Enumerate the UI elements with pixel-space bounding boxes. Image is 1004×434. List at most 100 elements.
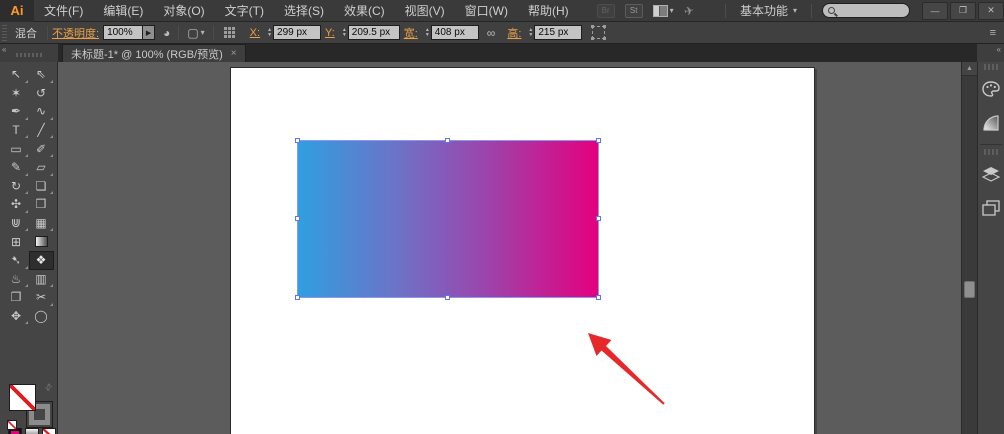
select-similar-icon[interactable]: ▢ ▾ <box>187 26 204 40</box>
pen-tool[interactable]: ✒ <box>4 102 29 121</box>
minimize-button[interactable]: — <box>922 1 948 20</box>
column-graph-tool[interactable]: ▥ <box>29 270 54 289</box>
selection-handle-top-left[interactable] <box>295 138 300 143</box>
share-icon[interactable]: ✈ <box>682 3 695 19</box>
vertical-scrollbar[interactable]: ▲ <box>961 62 977 434</box>
recolor-artwork-icon[interactable]: ◕ <box>163 26 170 40</box>
panel-grip[interactable] <box>2 24 7 41</box>
canvas[interactable] <box>58 62 961 434</box>
height-label[interactable]: 高: <box>507 25 521 41</box>
direct-selection-tool[interactable]: ⇖ <box>29 65 54 84</box>
collapse-dock-icon[interactable]: « <box>997 45 1001 54</box>
gradient-panel-icon[interactable] <box>978 106 1004 140</box>
paintbrush-tool[interactable]: ✐ <box>29 139 54 158</box>
slice-tool[interactable]: ✂ <box>29 288 54 307</box>
close-tab-icon[interactable]: × <box>231 48 237 59</box>
selection-handle-middle-right[interactable] <box>596 216 601 221</box>
reference-point-locator[interactable] <box>223 26 236 39</box>
width-stepper[interactable]: ▲ ▼ <box>425 27 430 38</box>
select-similar-glyph: ▢ <box>187 25 199 40</box>
x-stepper[interactable]: ▲ ▼ <box>267 27 272 38</box>
menu-select[interactable]: 选择(S) <box>274 0 334 22</box>
artboards-panel-icon[interactable] <box>978 191 1004 225</box>
width-input[interactable]: 408 px <box>430 25 479 40</box>
scrollbar-thumb[interactable] <box>964 281 975 298</box>
control-panel-menu-icon[interactable]: ≡ <box>990 27 996 39</box>
menu-window[interactable]: 窗口(W) <box>455 0 518 22</box>
hand-tool[interactable]: ✥ <box>4 307 29 326</box>
constrain-proportions-icon[interactable]: ∞ <box>487 26 496 40</box>
bridge-icon[interactable]: Br <box>596 3 615 18</box>
perspective-grid-tool[interactable]: ▦ <box>29 214 54 233</box>
color-panel-icon[interactable] <box>978 72 1004 106</box>
x-input[interactable]: 299 px <box>273 25 322 40</box>
zoom-tool[interactable]: ◯ <box>29 307 54 326</box>
gradient-tool[interactable] <box>29 232 54 251</box>
selection-handle-bottom-right[interactable] <box>596 295 601 300</box>
menu-effect[interactable]: 效果(C) <box>334 0 395 22</box>
menu-file[interactable]: 文件(F) <box>34 0 93 22</box>
arrange-documents-icon[interactable]: ▾ <box>652 4 674 17</box>
curvature-tool[interactable]: ∿ <box>29 102 54 121</box>
menu-view[interactable]: 视图(V) <box>395 0 455 22</box>
swap-fill-stroke-icon[interactable]: ⇄ <box>43 381 56 394</box>
shape-builder-tool[interactable]: ⋓ <box>4 214 29 233</box>
opacity-label[interactable]: 不透明度: <box>52 25 99 41</box>
y-stepper[interactable]: ▲ ▼ <box>342 27 347 38</box>
pencil-tool[interactable]: ✎ <box>4 158 29 177</box>
transform-bounding-box-icon[interactable] <box>591 25 607 40</box>
blend-tool[interactable]: ❖ <box>28 250 54 270</box>
layers-panel-icon[interactable] <box>978 157 1004 191</box>
stock-icon[interactable]: St <box>624 3 643 18</box>
menu-type[interactable]: 文字(T) <box>215 0 274 22</box>
artboard-tool[interactable]: ❐ <box>4 288 29 307</box>
selection-handle-middle-left[interactable] <box>295 216 300 221</box>
opacity-input[interactable]: 100% <box>103 25 144 40</box>
gradient-button[interactable] <box>25 428 39 434</box>
symbol-sprayer-tool[interactable]: ♨ <box>4 270 29 289</box>
line-segment-tool[interactable]: ╱ <box>29 121 54 140</box>
default-fill-stroke-icon[interactable] <box>7 420 17 430</box>
menu-object[interactable]: 对象(O) <box>153 0 214 22</box>
none-button[interactable] <box>42 428 56 434</box>
lasso-tool[interactable]: ↺ <box>29 84 54 103</box>
scale-tool[interactable]: ❏ <box>29 177 54 196</box>
restore-button[interactable]: ❐ <box>950 1 976 20</box>
eraser-tool[interactable]: ▱ <box>29 158 54 177</box>
dock-grip[interactable] <box>984 149 998 155</box>
search-input[interactable] <box>822 3 910 18</box>
selection-handle-bottom-middle[interactable] <box>445 295 450 300</box>
y-input[interactable]: 209.5 px <box>347 25 400 40</box>
eyedropper-tool[interactable]: ➷ <box>4 251 29 270</box>
selection-tool[interactable]: ↖ <box>4 65 29 84</box>
chevron-down-icon: ▾ <box>792 6 797 15</box>
type-tool[interactable]: T <box>4 121 29 140</box>
selected-gradient-rectangle[interactable] <box>295 138 601 300</box>
mesh-tool[interactable]: ⊞ <box>4 232 29 251</box>
dock-grip[interactable] <box>984 64 998 70</box>
fill-swatch[interactable] <box>9 384 36 411</box>
scroll-up-icon[interactable]: ▲ <box>962 62 977 76</box>
width-label[interactable]: 宽: <box>404 25 418 41</box>
menu-help[interactable]: 帮助(H) <box>518 0 579 22</box>
collapse-toolbar-icon[interactable]: « <box>2 45 6 54</box>
rotate-tool[interactable]: ↻ <box>4 177 29 196</box>
opacity-dropdown-button[interactable]: ▶ <box>143 25 156 40</box>
menu-edit[interactable]: 编辑(E) <box>93 0 153 22</box>
x-label[interactable]: X: <box>250 27 260 39</box>
document-tab[interactable]: 未标题-1* @ 100% (RGB/预览) × <box>62 44 246 62</box>
close-button[interactable]: ✕ <box>978 1 1004 20</box>
selection-handle-top-middle[interactable] <box>445 138 450 143</box>
height-stepper[interactable]: ▲ ▼ <box>528 27 533 38</box>
selection-handle-top-right[interactable] <box>596 138 601 143</box>
workspace-switcher[interactable]: 基本功能 ▾ <box>736 2 801 19</box>
y-label[interactable]: Y: <box>325 27 335 39</box>
height-input[interactable]: 215 px <box>534 25 583 40</box>
selection-handle-bottom-left[interactable] <box>295 295 300 300</box>
rectangle-tool[interactable]: ▭ <box>4 139 29 158</box>
magic-wand-tool[interactable]: ✶ <box>4 84 29 103</box>
width-tool[interactable]: ✣ <box>4 195 29 214</box>
toolbar-grip[interactable] <box>16 53 42 57</box>
free-transform-tool[interactable]: ❒ <box>29 195 54 214</box>
divider <box>178 25 180 40</box>
